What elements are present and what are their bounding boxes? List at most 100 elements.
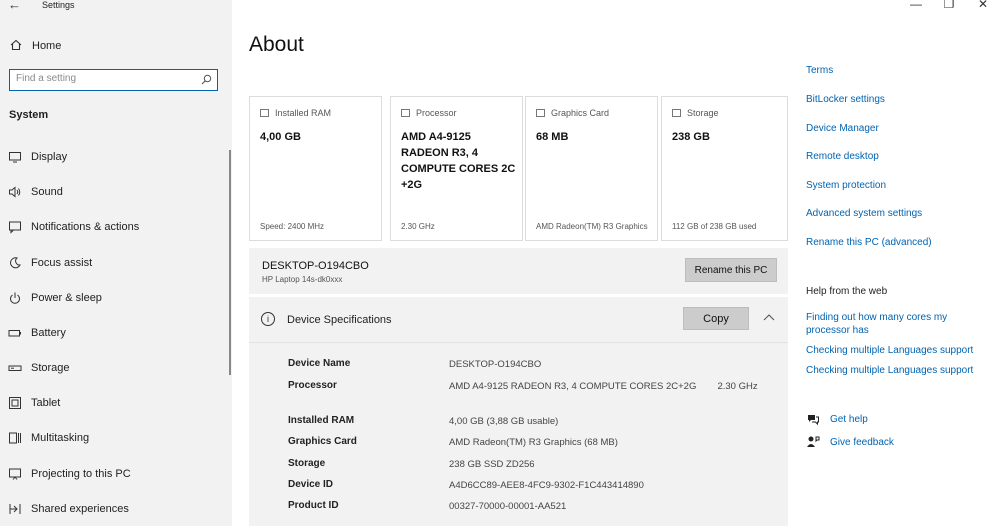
spec-value: 238 GB SSD ZD256 [449,459,535,470]
search-box[interactable] [9,69,218,91]
page-title: About [249,33,304,56]
minimize-button[interactable]: — [907,0,925,11]
card-graphics: Graphics Card 68 MB AMD Radeon(TM) R3 Gr… [525,96,658,241]
graphics-card-icon [536,109,545,117]
card-foot: AMD Radeon(TM) R3 Graphics [536,222,648,231]
card-foot: 112 GB of 238 GB used [672,222,757,231]
nav-home[interactable]: Home [0,36,232,58]
give-feedback-link[interactable]: Give feedback [830,437,894,448]
sidebar-item-multitasking[interactable]: Multitasking [0,427,228,451]
sidebar-item-label: Battery [31,327,66,339]
spec-value: AMD Radeon(TM) R3 Graphics (68 MB) [449,437,618,448]
maximize-button[interactable]: ❐ [940,0,958,11]
card-foot: Speed: 2400 MHz [260,222,325,231]
card-head: Installed RAM [260,108,331,118]
link-bitlocker-settings[interactable]: BitLocker settings [806,94,885,105]
card-head: Processor [401,108,457,118]
feedback-icon [807,436,820,447]
back-arrow-icon[interactable]: ← [8,0,21,12]
home-icon [10,39,22,51]
sidebar-item-label: Shared experiences [31,503,129,515]
multitasking-icon [9,432,21,444]
rename-pc-button[interactable]: Rename this PC [685,258,777,282]
spec-value: 4,00 GB (3,88 GB usable) [449,416,559,427]
card-value: 238 GB [672,131,710,143]
card-value: 4,00 GB [260,131,301,143]
sidebar-item-label: Focus assist [31,257,93,269]
sidebar-item-storage[interactable]: Storage [0,357,228,381]
tablet-icon [9,397,21,409]
storage-icon [8,365,22,371]
sidebar-item-tablet[interactable]: Tablet [0,392,228,416]
shared-icon [9,504,21,514]
projector-icon [9,468,21,480]
app-title: Settings [42,0,75,10]
card-head-label: Processor [416,108,457,118]
link-rename-pc-advanced[interactable]: Rename this PC (advanced) [806,237,932,248]
card-installed-ram: Installed RAM 4,00 GB Speed: 2400 MHz [249,96,382,241]
spec-key: Device ID [288,479,334,490]
link-system-protection[interactable]: System protection [806,180,886,191]
sidebar-item-power-sleep[interactable]: Power & sleep [0,287,228,311]
sidebar-item-label: Notifications & actions [31,221,140,233]
card-value: AMD A4-9125 RADEON R3, 4 COMPUTE CORES 2… [401,131,516,191]
sidebar-item-label: Sound [31,186,63,198]
display-icon [9,152,21,163]
card-head: Storage [672,108,719,118]
notifications-icon [9,221,21,234]
copy-button[interactable]: Copy [683,307,749,330]
title-bar: ← Settings [0,0,232,14]
sidebar-item-label: Storage [31,362,70,374]
processor-icon [401,109,410,117]
sidebar-item-projecting[interactable]: Projecting to this PC [0,463,228,487]
link-languages-support[interactable]: Checking multiple Languages support [806,345,973,356]
pc-name: DESKTOP-O194CBO [262,260,369,272]
sidebar-item-sound[interactable]: Sound [0,181,228,205]
storage-icon [672,109,681,117]
sidebar-item-battery[interactable]: Battery [0,322,228,346]
moon-icon [10,257,21,269]
sidebar-scrollbar[interactable] [229,150,231,375]
battery-icon [8,330,21,337]
link-device-manager[interactable]: Device Manager [806,123,879,134]
sidebar-item-label: Tablet [31,397,61,409]
get-help-icon [808,415,819,426]
spec-key: Graphics Card [288,436,357,447]
sidebar-item-notifications[interactable]: Notifications & actions [0,216,228,240]
sidebar-item-display[interactable]: Display [0,146,228,170]
sidebar: ← Settings Home System Display Sound Not… [0,0,232,526]
spec-key: Processor [288,380,337,391]
link-advanced-system-settings[interactable]: Advanced system settings [806,208,922,219]
power-icon [10,292,20,304]
chevron-up-icon[interactable] [763,313,775,321]
search-icon[interactable] [201,74,212,85]
link-languages-support-2[interactable]: Checking multiple Languages support [806,365,973,376]
spec-title: Device Specifications [287,314,392,326]
spec-header[interactable]: i Device Specifications Copy [249,297,788,343]
get-help-link[interactable]: Get help [830,414,868,425]
link-remote-desktop[interactable]: Remote desktop [806,151,879,162]
sidebar-item-label: Display [31,151,68,163]
card-processor: Processor AMD A4-9125 RADEON R3, 4 COMPU… [390,96,523,241]
info-icon: i [261,312,275,326]
sidebar-item-label: Projecting to this PC [31,468,131,480]
link-terms[interactable]: Terms [806,65,833,76]
link-cores-line2[interactable]: processor has [806,325,869,336]
search-input[interactable] [16,73,196,84]
spec-key: Installed RAM [288,415,355,426]
card-head-label: Graphics Card [551,108,610,118]
sound-icon [9,186,21,198]
spec-value: AMD A4-9125 RADEON R3, 4 COMPUTE CORES 2… [449,381,758,392]
memory-icon [260,109,269,117]
section-label-system: System [9,109,49,121]
spec-value: DESKTOP-O194CBO [449,359,542,370]
sidebar-item-focus-assist[interactable]: Focus assist [0,252,228,276]
close-button[interactable]: ✕ [974,0,992,11]
link-cores-line1[interactable]: Finding out how many cores my [806,312,947,323]
help-heading: Help from the web [806,286,888,297]
pc-name-panel: DESKTOP-O194CBO HP Laptop 14s-dk0xxx Ren… [249,248,788,294]
card-storage: Storage 238 GB 112 GB of 238 GB used [661,96,788,241]
sidebar-item-shared-experiences[interactable]: Shared experiences [0,498,228,522]
card-head: Graphics Card [536,108,609,118]
card-head-label: Storage [687,108,719,118]
